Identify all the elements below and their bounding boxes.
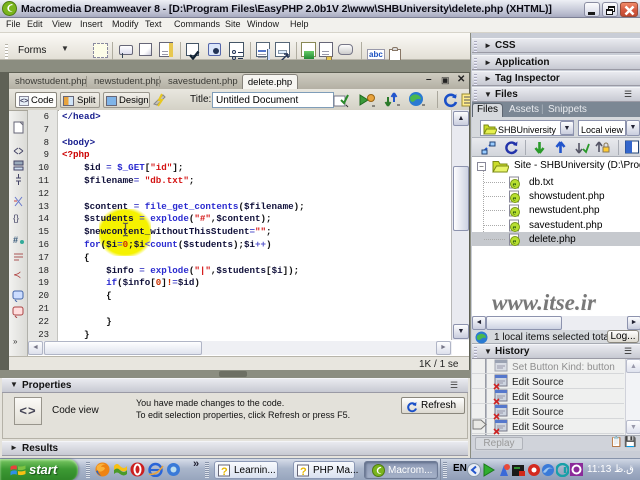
svg-text:{}: {} [13, 213, 19, 223]
svg-text:e: e [513, 225, 517, 232]
svg-text:?: ? [221, 466, 228, 477]
svg-text:e: e [513, 210, 517, 217]
svg-text:e: e [513, 239, 517, 246]
svg-text:#: # [13, 235, 18, 245]
svg-text:?: ? [300, 466, 307, 477]
svg-text:e: e [513, 182, 517, 189]
svg-text:≺: ≺ [13, 270, 21, 280]
svg-text:e: e [513, 196, 517, 203]
